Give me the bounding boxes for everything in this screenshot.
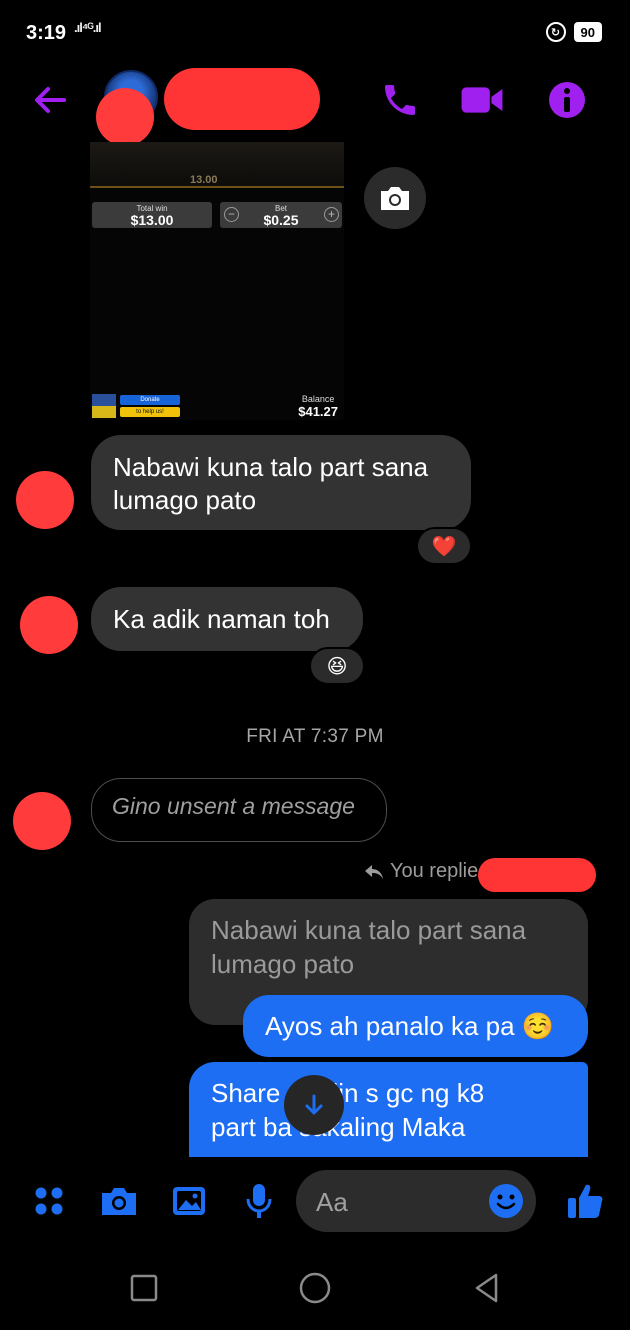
- balance-value: $41.27: [298, 404, 338, 419]
- outgoing-message-2[interactable]: Share ng din s gc ng k8 part ba sakaling…: [189, 1062, 588, 1157]
- input-placeholder: Aa: [316, 1187, 348, 1217]
- reply-name-redacted: [478, 858, 596, 892]
- scroll-down-icon: [305, 1094, 323, 1115]
- bet-plus: +: [324, 207, 339, 222]
- phone-icon: [385, 85, 415, 115]
- scroll-to-bottom-button[interactable]: [284, 1075, 344, 1135]
- camera-button[interactable]: [97, 1179, 141, 1223]
- mic-icon: [246, 1184, 272, 1218]
- flag-icon: [92, 394, 116, 418]
- system-nav-bar: [0, 1247, 630, 1330]
- video-call-button[interactable]: [460, 78, 504, 122]
- info-icon: [549, 82, 585, 118]
- sender-avatar[interactable]: [13, 792, 71, 850]
- home-button[interactable]: [298, 1271, 332, 1305]
- message-timestamp: FRI AT 7:37 PM: [246, 726, 384, 747]
- reply-icon: [365, 864, 383, 879]
- emoji-button[interactable]: [488, 1183, 524, 1219]
- system-back-button[interactable]: [470, 1271, 504, 1305]
- back-arrow-icon: [35, 87, 66, 113]
- back-button[interactable]: [30, 80, 70, 120]
- call-button[interactable]: [378, 78, 422, 122]
- like-button[interactable]: [563, 1179, 607, 1223]
- game-multiplier: 13.00: [190, 174, 218, 186]
- chat-header: [0, 62, 630, 146]
- reply-label-text: You replie: [390, 860, 479, 882]
- voice-button[interactable]: [237, 1179, 281, 1223]
- shared-image[interactable]: 13.00 Total win $13.00 − Bet $0.25 − + D…: [90, 142, 344, 420]
- gallery-button[interactable]: [167, 1179, 211, 1223]
- donate-label: Donate: [120, 395, 180, 405]
- home-icon: [299, 1272, 331, 1304]
- total-win-value: $13.00: [130, 212, 174, 228]
- recent-apps-icon: [130, 1274, 158, 1302]
- camera-icon: [381, 187, 409, 210]
- laugh-reaction[interactable]: 😆: [309, 647, 365, 685]
- reply-label: You replie: [364, 860, 478, 883]
- outgoing-message[interactable]: Ayos ah panalo ka pa ☺️: [243, 995, 588, 1057]
- heart-reaction[interactable]: ❤️: [416, 527, 472, 565]
- menu-dots-icon: [35, 1187, 63, 1215]
- save-image-button[interactable]: [364, 167, 426, 229]
- bet-minus-circle: −: [224, 207, 239, 222]
- incoming-message[interactable]: Nabawi kuna talo part sana lumago pato: [91, 435, 471, 530]
- image-icon: [173, 1187, 205, 1215]
- balance-box: Balance $41.27: [298, 394, 338, 419]
- recent-apps-button[interactable]: [127, 1271, 161, 1305]
- status-time: 3:19: [26, 22, 67, 44]
- signal-icon: .ıl⁴ᴳ.ıl: [74, 20, 102, 35]
- status-bar: 3:19 .ıl⁴ᴳ.ıl ↻ 90: [0, 0, 630, 62]
- help-label: to help us!: [120, 407, 180, 417]
- message-input[interactable]: Aa: [296, 1170, 536, 1232]
- sender-avatar[interactable]: [20, 596, 78, 654]
- thumbs-up-icon: [568, 1184, 603, 1218]
- video-icon: [461, 87, 503, 113]
- incoming-message[interactable]: Ka adik naman toh: [91, 587, 363, 651]
- outgoing-line: Share ng din s gc ng k8: [211, 1078, 485, 1108]
- more-actions-button[interactable]: [27, 1179, 71, 1223]
- contact-name-redacted[interactable]: [164, 68, 320, 130]
- info-button[interactable]: [545, 78, 589, 122]
- outgoing-line: part ba sakaling Maka: [211, 1112, 466, 1142]
- status-right: ↻ 90: [545, 22, 602, 42]
- donate-banner: Donate to help us!: [92, 394, 182, 418]
- balance-label: Balance: [301, 394, 335, 404]
- total-win-box: Total win $13.00: [92, 202, 212, 228]
- redaction-mark: [96, 88, 154, 146]
- back-icon: [475, 1273, 498, 1303]
- sender-avatar[interactable]: [16, 471, 74, 529]
- unsent-message: Gino unsent a message: [91, 778, 387, 842]
- rotation-lock-icon: ↻: [545, 22, 566, 42]
- contact-avatar[interactable]: [96, 68, 162, 146]
- camera-icon: [102, 1188, 136, 1215]
- composer-bar: Aa: [0, 1157, 630, 1247]
- emoji-icon: [489, 1184, 523, 1218]
- battery-indicator: 90: [573, 22, 602, 42]
- message-thread[interactable]: 13.00 Total win $13.00 − Bet $0.25 − + D…: [0, 142, 630, 1157]
